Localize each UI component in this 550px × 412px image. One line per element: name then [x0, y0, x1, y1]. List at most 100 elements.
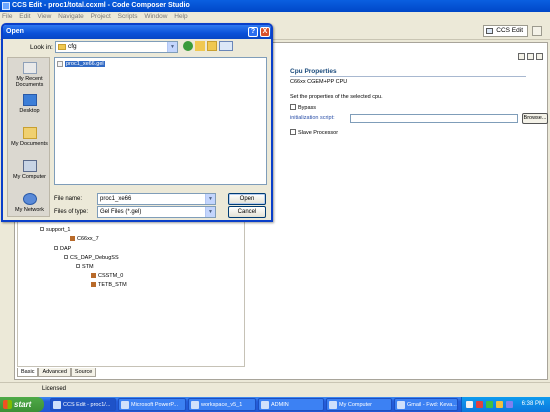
cpu-description: Set the properties of the selected cpu.: [290, 94, 383, 100]
chevron-down-icon[interactable]: ▼: [167, 42, 177, 52]
chevron-down-icon[interactable]: ▼: [205, 207, 215, 217]
file-item[interactable]: proc1_xe66.gel: [57, 60, 105, 68]
file-name-label: File name:: [54, 196, 83, 202]
folder-icon: [58, 44, 66, 50]
tree-item[interactable]: CSSTM_0: [91, 273, 123, 279]
tray-icon[interactable]: [496, 401, 503, 408]
tree-item[interactable]: CS_DAP_DebugSS: [64, 255, 119, 261]
browser-icon: [397, 401, 405, 409]
taskbar-item-my-computer[interactable]: My Computer: [326, 398, 392, 411]
slave-processor-checkbox[interactable]: [290, 129, 296, 135]
taskbar-item-admin[interactable]: ADMIN: [258, 398, 324, 411]
place-my-computer[interactable]: My Computer: [8, 160, 51, 180]
menu-project[interactable]: Project: [91, 13, 111, 20]
file-name-input[interactable]: proc1_xe66 ▼: [97, 193, 216, 205]
start-button[interactable]: start: [0, 397, 44, 412]
file-name-value: proc1_xe66: [100, 196, 132, 202]
look-in-label: Look in:: [30, 44, 53, 51]
look-in-value: cfg: [68, 43, 77, 50]
place-my-recent-documents[interactable]: My Recent Documents: [8, 62, 51, 88]
init-script-input[interactable]: [350, 114, 518, 123]
desktop-icon: [22, 94, 37, 106]
cpu-icon: [91, 273, 96, 278]
app-titlebar: CCS Edit - proc1/total.ccxml - Code Comp…: [0, 0, 550, 12]
menu-edit[interactable]: Edit: [19, 13, 30, 20]
tab-source[interactable]: Source: [70, 368, 97, 377]
powerpoint-icon: [121, 401, 129, 409]
menubar: File Edit View Navigate Project Scripts …: [0, 12, 550, 22]
help-button[interactable]: ?: [248, 27, 258, 37]
editor-tabs: Basic Advanced Source: [17, 368, 97, 378]
taskbar-item-ccs-edit[interactable]: CCS Edit - proc1/...: [50, 398, 116, 411]
bypass-checkbox[interactable]: [290, 104, 296, 110]
tree-item[interactable]: C66xx_7: [70, 236, 99, 242]
tab-basic[interactable]: Basic: [17, 368, 39, 377]
my-documents-icon: [22, 127, 37, 139]
menu-help[interactable]: Help: [174, 13, 187, 20]
back-icon[interactable]: [183, 41, 193, 51]
slave-row[interactable]: Slave Processor: [290, 129, 546, 136]
system-tray: 6:38 PM: [461, 397, 550, 412]
file-item-name: proc1_xe66.gel: [65, 61, 105, 67]
file-list[interactable]: proc1_xe66.gel: [54, 57, 267, 185]
close-button[interactable]: X: [260, 27, 270, 37]
panel-layout-icons: [516, 53, 543, 62]
ccs-app-icon: [53, 401, 61, 409]
place-desktop[interactable]: Desktop: [8, 94, 51, 114]
menu-file[interactable]: File: [2, 13, 12, 20]
menu-window[interactable]: Window: [144, 13, 167, 20]
tree-item[interactable]: DAP: [54, 246, 71, 252]
tray-icon[interactable]: [466, 401, 473, 408]
start-label: start: [14, 400, 32, 409]
up-folder-icon[interactable]: [195, 41, 205, 51]
ccs-app-icon: [2, 2, 10, 10]
files-of-type-value: Gel Files (*.gel): [100, 209, 142, 215]
folder-icon: [261, 401, 269, 409]
windows-taskbar: start CCS Edit - proc1/... Microsoft Pow…: [0, 397, 550, 412]
collapse-icon: [76, 264, 80, 268]
taskbar-item-powerpoint[interactable]: Microsoft PowerP...: [118, 398, 186, 411]
dialog-nav-toolbar: [183, 41, 235, 51]
tray-icon[interactable]: [486, 401, 493, 408]
tray-icon[interactable]: [506, 401, 513, 408]
dialog-title: Open: [6, 28, 24, 35]
cpu-properties-title: Cpu Properties: [290, 68, 526, 77]
perspective-ccs-edit-button[interactable]: CCS Edit: [483, 25, 528, 37]
collapse-icon: [64, 255, 68, 259]
menu-navigate[interactable]: Navigate: [58, 13, 84, 20]
perspective-icon: [486, 28, 494, 34]
layout-icon[interactable]: [518, 53, 525, 60]
gel-file-icon: [57, 61, 63, 67]
open-perspective-icon[interactable]: [532, 26, 542, 36]
files-of-type-select[interactable]: Gel Files (*.gel) ▼: [97, 206, 216, 218]
files-of-type-label: Files of type:: [54, 209, 89, 215]
open-button[interactable]: Open: [228, 193, 266, 205]
my-computer-icon: [329, 401, 337, 409]
cpu-icon: [70, 236, 75, 241]
menu-view[interactable]: View: [37, 13, 51, 20]
views-menu-icon[interactable]: [219, 41, 233, 51]
layout-icon[interactable]: [536, 53, 543, 60]
bypass-row[interactable]: Bypass: [290, 104, 546, 111]
network-globe-icon: [22, 193, 37, 205]
place-my-documents[interactable]: My Documents: [8, 127, 51, 147]
taskbar-item-workspace[interactable]: workspace_v5_1: [188, 398, 256, 411]
recent-documents-icon: [22, 62, 37, 74]
place-my-network[interactable]: My Network: [8, 193, 51, 213]
menu-scripts[interactable]: Scripts: [118, 13, 138, 20]
tab-advanced[interactable]: Advanced: [38, 368, 71, 377]
look-in-select[interactable]: cfg ▼: [55, 41, 178, 53]
tree-item[interactable]: TETB_STM: [91, 282, 127, 288]
browse-button[interactable]: Browse...: [522, 113, 548, 124]
windows-flag-icon: [3, 400, 12, 409]
cancel-button[interactable]: Cancel: [228, 206, 266, 218]
new-folder-icon[interactable]: [207, 41, 217, 51]
init-script-label: initialization script:: [290, 115, 335, 121]
tray-icon[interactable]: [476, 401, 483, 408]
collapse-icon: [40, 227, 44, 231]
layout-icon[interactable]: [527, 53, 534, 60]
chevron-down-icon[interactable]: ▼: [205, 194, 215, 204]
tree-item[interactable]: STM: [76, 264, 94, 270]
taskbar-item-gmail[interactable]: Gmail - Fwd: Keva...: [394, 398, 458, 411]
tree-item[interactable]: support_1: [40, 227, 70, 233]
